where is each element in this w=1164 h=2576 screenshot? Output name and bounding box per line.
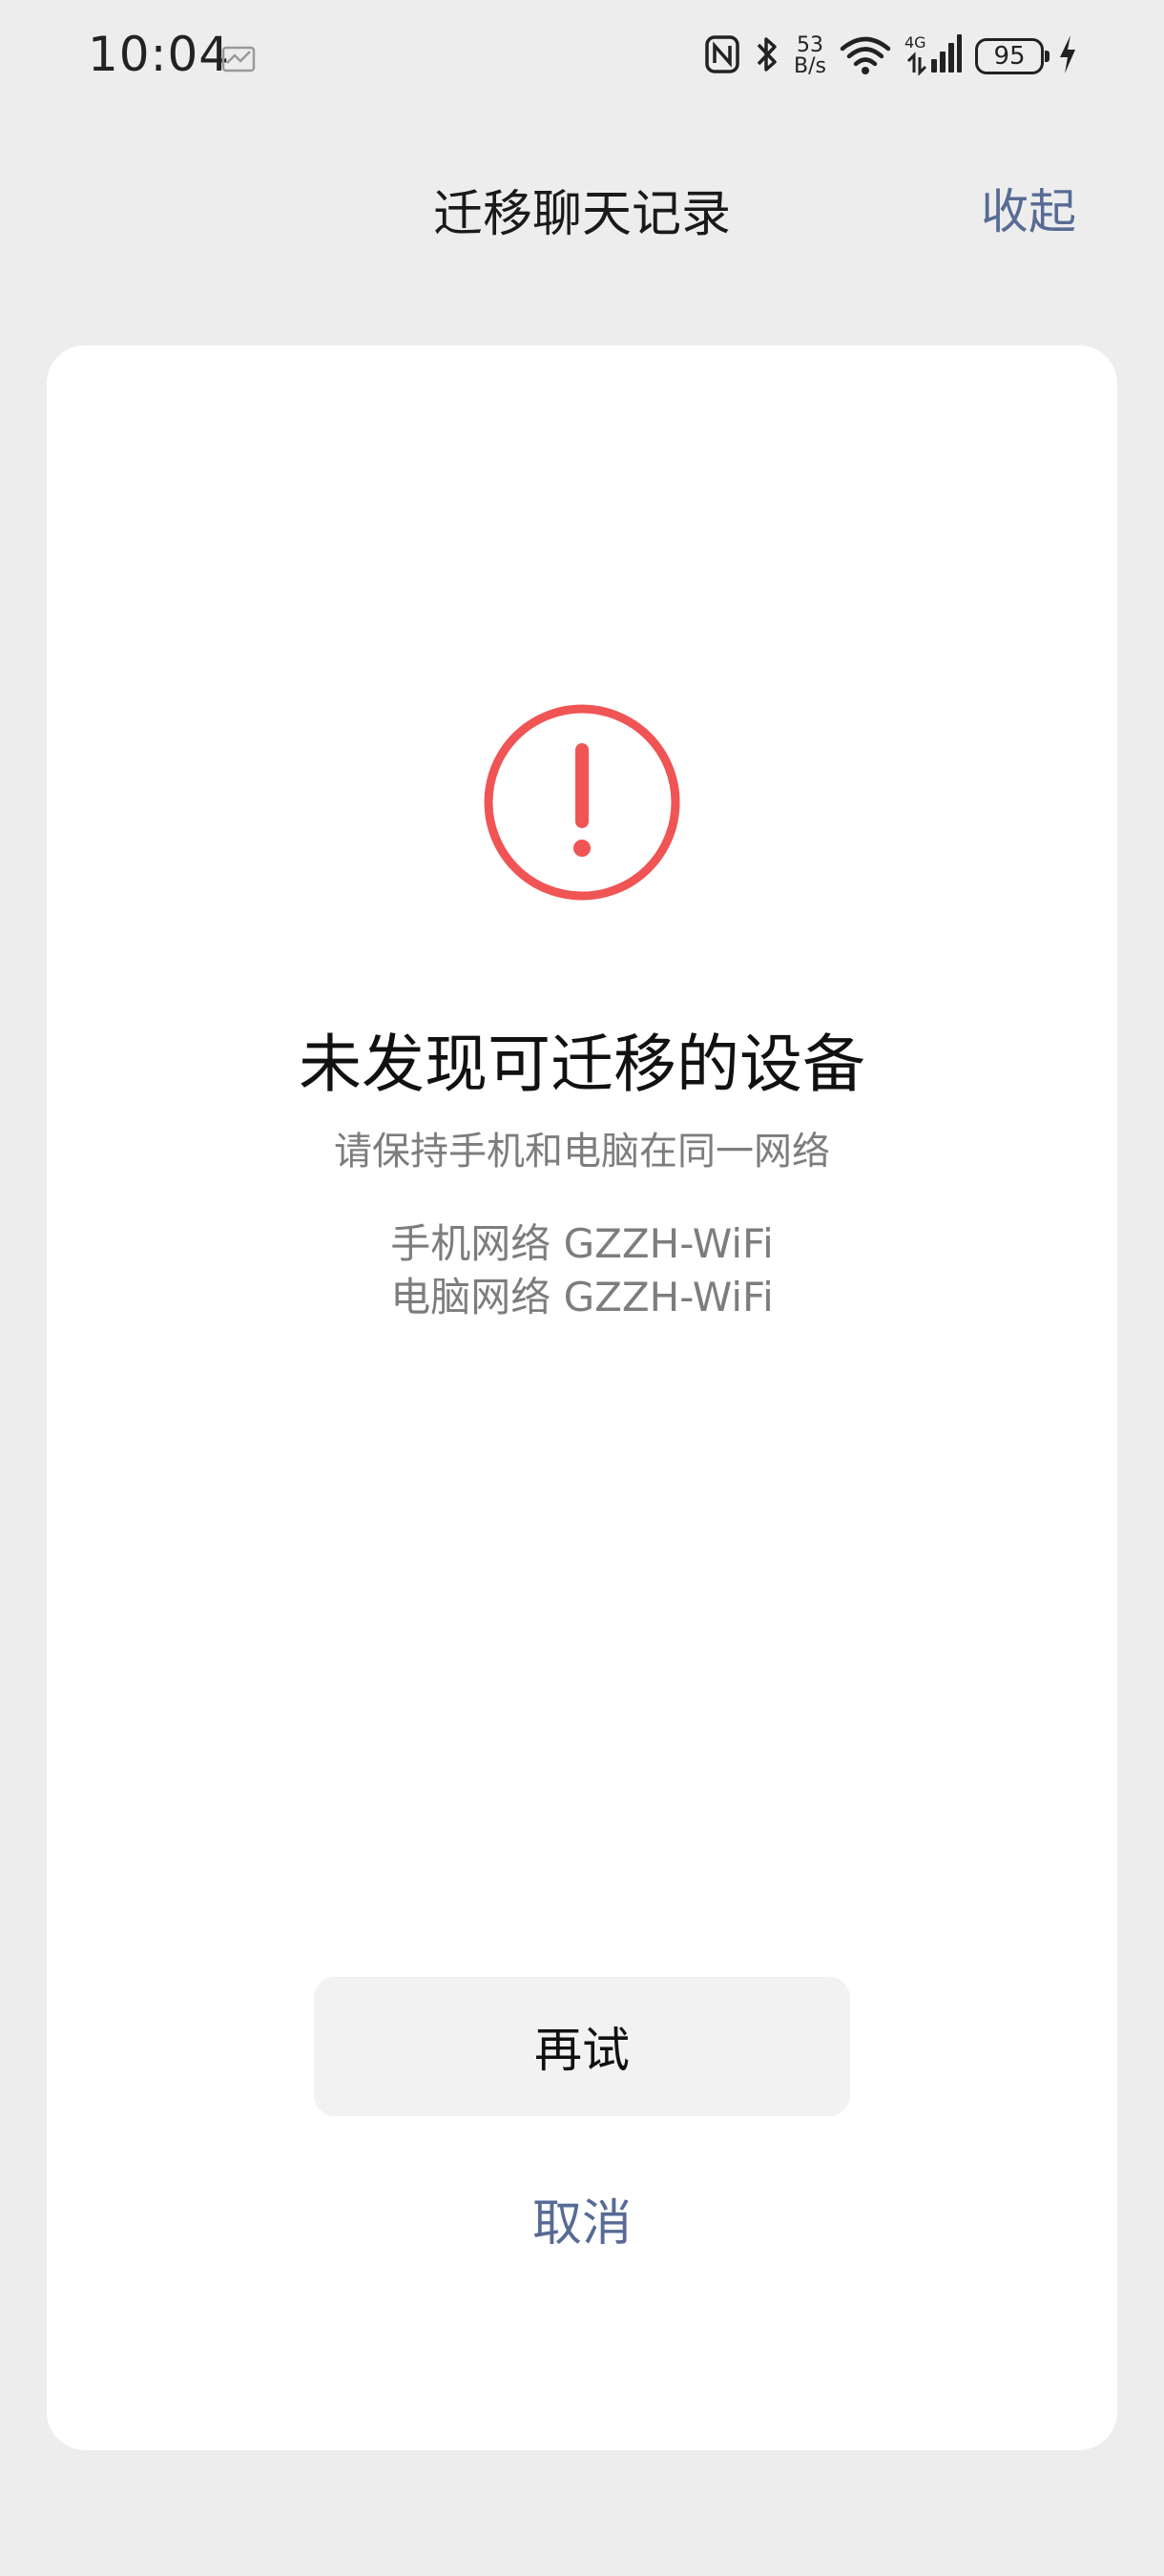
- wifi-icon: [840, 33, 891, 79]
- charging-icon: [1057, 33, 1078, 79]
- no-device-title: 未发现可迁移的设备: [299, 1028, 865, 1101]
- battery-indicator: 95: [975, 38, 1050, 74]
- network-speed: 53 B/s: [794, 35, 826, 77]
- bluetooth-icon: [754, 33, 780, 79]
- battery-level: 95: [993, 42, 1026, 71]
- migration-card: 未发现可迁移的设备 请保持手机和电脑在同一网络 手机网络 GZZH-WiFi 电…: [47, 345, 1117, 2450]
- status-bar: 10:04 53 B/s 4G 95: [0, 0, 1164, 114]
- network-speed-value: 53: [797, 33, 824, 57]
- exclamation-alert-icon: [482, 702, 682, 903]
- header: 迁移聊天记录 收起: [0, 153, 1164, 258]
- cancel-button[interactable]: 取消: [47, 2183, 1117, 2254]
- status-time: 10:04: [88, 27, 231, 82]
- status-icons: 53 B/s 4G 95: [704, 27, 1078, 86]
- same-network-hint: 请保持手机和电脑在同一网络: [334, 1130, 830, 1174]
- nfc-icon: [704, 34, 740, 78]
- network-speed-unit: B/s: [794, 54, 826, 78]
- retry-button[interactable]: 再试: [314, 1977, 850, 2116]
- network-type-label: 4G: [904, 33, 926, 52]
- message-notification-icon: [221, 46, 256, 76]
- collapse-button[interactable]: 收起: [981, 174, 1076, 242]
- pc-network-label: 电脑网络 GZZH-WiFi: [390, 1274, 774, 1320]
- phone-network-label: 手机网络 GZZH-WiFi: [390, 1220, 774, 1267]
- cellular-signal-icon: 4G: [904, 32, 962, 80]
